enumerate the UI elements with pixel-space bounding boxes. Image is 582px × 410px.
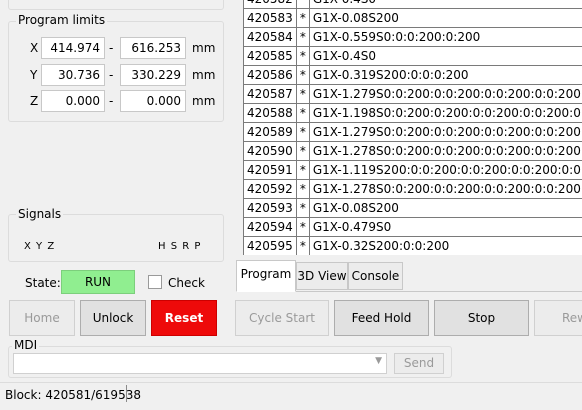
cell-code: G1X-0.4S0 bbox=[308, 46, 582, 66]
mdi-combobox[interactable]: ▼ bbox=[13, 353, 387, 374]
table-row[interactable]: 420590 * G1X-1.278S0:0:200:0:0:200:0:0:200… bbox=[243, 141, 582, 161]
chevron-down-icon[interactable]: ▼ bbox=[375, 356, 382, 366]
cycle-start-button[interactable]: Cycle Start bbox=[235, 300, 329, 336]
table-row[interactable]: 420582*G1X-0.4S0 bbox=[243, 0, 582, 9]
cell-flag: * bbox=[295, 46, 310, 66]
cell-line: 420590 bbox=[243, 141, 297, 161]
cell-flag: * bbox=[295, 103, 310, 123]
signals-group bbox=[8, 214, 224, 262]
cell-line: 420584 bbox=[243, 27, 297, 47]
table-row[interactable]: 420594 * G1X-0.479S0 bbox=[243, 217, 582, 237]
cell-flag: * bbox=[295, 84, 310, 104]
table-row[interactable]: 420586 * G1X-0.319S200:0:0:0:200 bbox=[243, 65, 582, 85]
cell-code: G1X-0.4S0 bbox=[308, 0, 582, 9]
stop-button[interactable]: Stop bbox=[434, 300, 529, 336]
cell-line: 420589 bbox=[243, 122, 297, 142]
tab-console[interactable]: Console bbox=[348, 262, 403, 290]
cell-line: 420595 bbox=[243, 236, 297, 255]
table-row[interactable]: 420585 * G1X-0.4S0 bbox=[243, 46, 582, 66]
program-limits-title: Program limits bbox=[16, 13, 108, 27]
x-unit: mm bbox=[192, 41, 216, 55]
tab-3d-view[interactable]: 3D View bbox=[296, 262, 348, 290]
cell-code: G1X-1.279S0:0:200:0:0:200:0:0:200:0:0:20… bbox=[308, 84, 582, 104]
cell-line: 420586 bbox=[243, 65, 297, 85]
table-row[interactable]: 420583 * G1X-0.08S200 bbox=[243, 8, 582, 28]
feed-hold-button[interactable]: Feed Hold bbox=[334, 300, 429, 336]
cell-code: G1X-0.319S200:0:0:0:200 bbox=[308, 65, 582, 85]
table-row[interactable]: 420587 * G1X-1.279S0:0:200:0:0:200:0:0:200… bbox=[243, 84, 582, 104]
y-axis-label: Y bbox=[30, 68, 38, 82]
z-max-field[interactable]: 0.000 bbox=[120, 90, 186, 112]
cell-code: G1X-0.559S0:0:0:200:0:200 bbox=[308, 27, 582, 47]
cell-code: G1X-0.479S0 bbox=[308, 217, 582, 237]
cell-code: G1X-1.278S0:0:200:0:0:200:0:0:200:0:0:20… bbox=[308, 179, 582, 199]
table-row[interactable]: 420588 * G1X-1.198S0:0:200:0:200:0:0:200:0… bbox=[243, 103, 582, 123]
check-checkbox[interactable] bbox=[148, 275, 162, 289]
cell-flag: * bbox=[295, 141, 310, 161]
signals-xyz: X Y Z bbox=[24, 241, 56, 252]
z-axis-label: Z bbox=[30, 94, 39, 108]
x-max-field[interactable]: 616.253 bbox=[120, 37, 186, 59]
mdi-title: MDI bbox=[12, 338, 40, 352]
table-row[interactable]: 420593 * G1X-0.08S200 bbox=[243, 198, 582, 218]
check-label: Check bbox=[168, 276, 205, 290]
cell-line: 420587 bbox=[243, 84, 297, 104]
cell-line: 420591 bbox=[243, 160, 297, 180]
cell-flag: * bbox=[295, 198, 310, 218]
z-unit: mm bbox=[192, 94, 216, 108]
cell-flag: * bbox=[295, 122, 310, 142]
cell-code: G1X-1.119S200:0:0:200:0:0:200:0:0:200:0:… bbox=[308, 160, 582, 180]
y-unit: mm bbox=[192, 68, 216, 82]
rewind-button[interactable]: Rew bbox=[534, 300, 582, 336]
table-row[interactable]: 420584 * G1X-0.559S0:0:0:200:0:200 bbox=[243, 27, 582, 47]
z-separator: - bbox=[109, 94, 114, 108]
signals-hsrp: H S R P bbox=[158, 241, 202, 252]
state-label: State: bbox=[25, 276, 61, 290]
cell-line: 420583 bbox=[243, 8, 297, 28]
block-status: Block: 420581/619538 bbox=[5, 388, 141, 402]
cell-code: G1X-1.279S0:0:200:0:0:200:0:0:200:0:0:20… bbox=[308, 122, 582, 142]
cell-code: G1X-1.198S0:0:200:0:200:0:0:200:0:0:200:… bbox=[308, 103, 582, 123]
cell-code: G1X-0.08S200 bbox=[308, 8, 582, 28]
cell-flag: * bbox=[295, 0, 310, 9]
reset-button[interactable]: Reset bbox=[151, 300, 217, 336]
cell-line: 420588 bbox=[243, 103, 297, 123]
cell-flag: * bbox=[295, 160, 310, 180]
cell-line: 420594 bbox=[243, 217, 297, 237]
cell-line: 420593 bbox=[243, 198, 297, 218]
cell-flag: * bbox=[295, 236, 310, 255]
x-axis-label: X bbox=[30, 41, 39, 55]
cell-line: 420592 bbox=[243, 179, 297, 199]
program-grid: 420582*G1X-0.4S0420583*G1X-0.08S20042058… bbox=[243, 0, 582, 255]
z-min-field[interactable]: 0.000 bbox=[41, 90, 105, 112]
home-button[interactable]: Home bbox=[9, 300, 75, 336]
cell-code: G1X-1.278S0:0:200:0:0:200:0:0:200:0:0:20… bbox=[308, 141, 582, 161]
cell-flag: * bbox=[295, 65, 310, 85]
cell-line: 420582 bbox=[243, 0, 297, 9]
table-row[interactable]: 420591 * G1X-1.119S200:0:0:200:0:0:200:0:0… bbox=[243, 160, 582, 180]
send-button[interactable]: Send bbox=[394, 353, 444, 374]
unlock-button[interactable]: Unlock bbox=[80, 300, 146, 336]
cell-flag: * bbox=[295, 179, 310, 199]
y-separator: - bbox=[109, 68, 114, 82]
cell-code: G1X-0.08S200 bbox=[308, 198, 582, 218]
x-min-field[interactable]: 414.974 bbox=[41, 37, 105, 59]
signals-title: Signals bbox=[16, 207, 64, 221]
table-row[interactable]: 420595 * G1X-0.32S200:0:0:200 bbox=[243, 236, 582, 255]
cell-line: 420585 bbox=[243, 46, 297, 66]
x-separator: - bbox=[109, 41, 114, 55]
cell-flag: * bbox=[295, 217, 310, 237]
status-separator bbox=[126, 385, 127, 402]
tab-program[interactable]: Program bbox=[236, 260, 296, 292]
state-value-badge: RUN bbox=[61, 270, 135, 294]
program-table: 420582*G1X-0.4S0420583*G1X-0.08S20042058… bbox=[243, 0, 582, 255]
cell-flag: * bbox=[295, 27, 310, 47]
table-row[interactable]: 420589 * G1X-1.279S0:0:200:0:0:200:0:0:200… bbox=[243, 122, 582, 142]
cell-code: G1X-0.32S200:0:0:200 bbox=[308, 236, 582, 255]
y-min-field[interactable]: 30.736 bbox=[41, 64, 105, 86]
cell-flag: * bbox=[295, 8, 310, 28]
table-row[interactable]: 420592 * G1X-1.278S0:0:200:0:0:200:0:0:200… bbox=[243, 179, 582, 199]
y-max-field[interactable]: 330.229 bbox=[120, 64, 186, 86]
top-group-remnant bbox=[8, 0, 224, 10]
